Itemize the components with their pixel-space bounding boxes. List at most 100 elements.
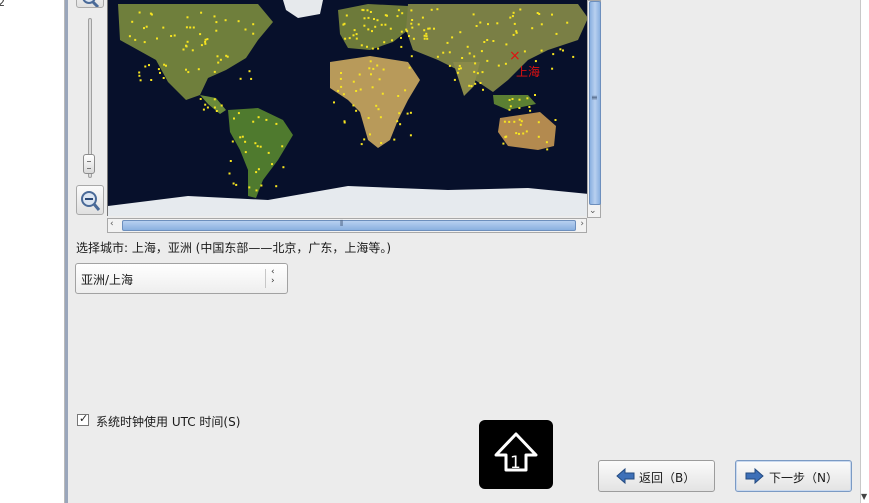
city-dot[interactable] xyxy=(191,49,194,52)
city-dot[interactable] xyxy=(239,77,242,80)
scroll-left-arrow-icon[interactable]: ‹ xyxy=(110,219,114,229)
city-dot[interactable] xyxy=(409,111,412,114)
city-dot[interactable] xyxy=(552,53,555,56)
city-dot[interactable] xyxy=(138,74,141,77)
city-dot[interactable] xyxy=(519,8,522,11)
city-dot[interactable] xyxy=(534,94,536,96)
city-dot[interactable] xyxy=(397,95,400,97)
city-dot[interactable] xyxy=(204,42,207,45)
city-dot[interactable] xyxy=(369,133,371,136)
city-dot[interactable] xyxy=(148,64,150,67)
city-dot[interactable] xyxy=(448,64,451,67)
city-dot[interactable] xyxy=(197,68,200,71)
city-dot[interactable] xyxy=(511,98,514,100)
city-dot[interactable] xyxy=(572,55,575,58)
city-dot[interactable] xyxy=(427,27,430,30)
city-dot[interactable] xyxy=(562,49,564,52)
city-dot[interactable] xyxy=(363,138,366,141)
city-dot[interactable] xyxy=(199,33,202,36)
city-dot[interactable] xyxy=(410,22,413,25)
city-dot[interactable] xyxy=(340,85,343,88)
city-dot[interactable] xyxy=(162,26,165,29)
city-dot[interactable] xyxy=(128,35,131,38)
city-dot[interactable] xyxy=(379,116,382,119)
city-dot[interactable] xyxy=(518,107,521,109)
city-dot[interactable] xyxy=(404,89,407,92)
city-dot[interactable] xyxy=(423,37,426,40)
city-dot[interactable] xyxy=(200,44,203,47)
city-dot[interactable] xyxy=(378,78,381,81)
city-dot[interactable] xyxy=(483,41,486,43)
city-dot[interactable] xyxy=(382,68,385,71)
city-dot[interactable] xyxy=(231,140,234,143)
city-dot[interactable] xyxy=(216,55,219,58)
city-dot[interactable] xyxy=(339,77,342,80)
city-dot[interactable] xyxy=(509,16,512,19)
city-dot[interactable] xyxy=(479,21,482,24)
city-dot[interactable] xyxy=(480,50,483,53)
city-dot[interactable] xyxy=(377,47,380,50)
city-dot[interactable] xyxy=(255,171,258,174)
city-dot[interactable] xyxy=(528,106,531,108)
city-dot[interactable] xyxy=(275,122,278,125)
city-dot[interactable] xyxy=(518,132,520,135)
city-dot[interactable] xyxy=(248,70,251,73)
city-dot[interactable] xyxy=(185,68,187,71)
city-dot[interactable] xyxy=(504,136,507,139)
city-dot[interactable] xyxy=(426,37,429,40)
city-dot[interactable] xyxy=(202,108,205,111)
city-dot[interactable] xyxy=(233,117,235,120)
city-dot[interactable] xyxy=(508,99,511,101)
utc-checkbox[interactable] xyxy=(77,412,89,426)
city-dot[interactable] xyxy=(512,11,515,14)
city-dot[interactable] xyxy=(265,118,268,121)
scroll-down-arrow-icon[interactable]: ⌄ xyxy=(589,206,597,216)
city-dot[interactable] xyxy=(371,47,374,50)
city-dot[interactable] xyxy=(348,37,351,40)
city-dot[interactable] xyxy=(275,185,278,188)
city-dot[interactable] xyxy=(522,132,525,135)
zoom-in-button[interactable] xyxy=(76,0,104,9)
map-vertical-scrollbar[interactable]: ≡ ⌄ xyxy=(587,0,601,218)
city-dot[interactable] xyxy=(515,132,518,135)
city-dot[interactable] xyxy=(515,31,518,34)
city-dot[interactable] xyxy=(367,28,370,31)
city-dot[interactable] xyxy=(352,34,355,37)
city-dot[interactable] xyxy=(206,106,209,109)
city-dot[interactable] xyxy=(537,135,540,138)
city-dot[interactable] xyxy=(260,184,263,187)
city-dot[interactable] xyxy=(423,34,426,37)
city-dot[interactable] xyxy=(421,16,424,19)
city-dot[interactable] xyxy=(389,27,392,30)
city-dot[interactable] xyxy=(355,37,358,40)
city-dot[interactable] xyxy=(400,36,402,39)
timezone-select[interactable]: 亚洲/上海 ‹ › xyxy=(75,263,288,294)
city-dot[interactable] xyxy=(237,112,240,115)
utc-checkbox-label[interactable]: 系统时钟使用 UTC 时间(S) xyxy=(96,413,240,430)
city-dot[interactable] xyxy=(540,49,543,52)
city-dot[interactable] xyxy=(344,37,347,40)
city-dot[interactable] xyxy=(157,68,160,71)
city-dot[interactable] xyxy=(199,98,202,100)
city-dot[interactable] xyxy=(215,29,218,32)
city-dot[interactable] xyxy=(486,59,489,62)
city-dot[interactable] xyxy=(138,11,141,14)
city-dot[interactable] xyxy=(229,160,232,162)
city-dot[interactable] xyxy=(529,109,532,112)
city-dot[interactable] xyxy=(355,33,358,36)
city-dot[interactable] xyxy=(352,80,355,83)
city-dot[interactable] xyxy=(215,110,218,112)
city-dot[interactable] xyxy=(220,104,223,107)
city-dot[interactable] xyxy=(475,25,478,27)
city-dot[interactable] xyxy=(235,183,238,186)
city-dot[interactable] xyxy=(333,101,335,104)
city-dot[interactable] xyxy=(503,120,506,123)
city-dot[interactable] xyxy=(519,123,522,126)
city-dot[interactable] xyxy=(398,112,401,115)
city-dot[interactable] xyxy=(554,119,557,121)
city-dot[interactable] xyxy=(368,67,371,70)
city-dot[interactable] xyxy=(239,136,242,139)
city-dot[interactable] xyxy=(472,13,475,16)
city-dot[interactable] xyxy=(408,35,410,37)
city-dot[interactable] xyxy=(537,121,540,124)
